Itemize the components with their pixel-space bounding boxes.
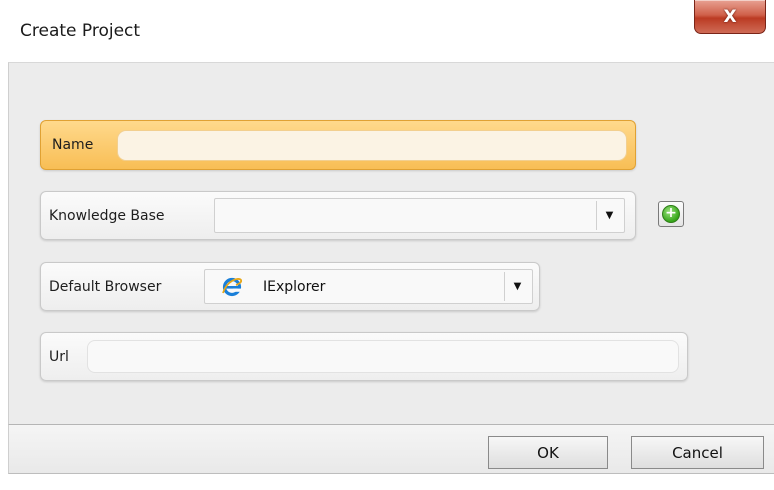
knowledge-base-select[interactable]: ▼ [214, 198, 625, 233]
cancel-button[interactable]: Cancel [631, 436, 764, 469]
chevron-down-icon: ▼ [605, 210, 614, 221]
dialog-title: Create Project [20, 21, 141, 41]
url-row: Url [40, 332, 688, 381]
chevron-down-icon: ▼ [513, 281, 522, 292]
name-input[interactable] [117, 130, 627, 161]
add-icon: + [662, 205, 680, 223]
close-button[interactable]: X [694, 0, 766, 34]
url-input[interactable] [87, 340, 679, 373]
name-row: Name [40, 120, 636, 170]
title-bar: Create Project X [0, 0, 774, 62]
create-project-dialog: Create Project X Name Knowledge Base ▼ +… [0, 0, 774, 474]
default-browser-row: Default Browser IExplorer ▼ [40, 262, 540, 311]
internet-explorer-icon [222, 277, 243, 297]
default-browser-select[interactable]: IExplorer ▼ [204, 269, 533, 304]
url-label: Url [49, 348, 69, 365]
ok-button[interactable]: OK [488, 436, 608, 469]
knowledge-base-row: Knowledge Base ▼ [40, 191, 636, 240]
default-browser-label: Default Browser [49, 278, 162, 295]
default-browser-dropdown-arrow[interactable]: ▼ [504, 272, 530, 301]
close-icon: X [723, 6, 737, 27]
default-browser-value: IExplorer [263, 278, 326, 295]
knowledge-base-dropdown-arrow[interactable]: ▼ [596, 201, 622, 230]
add-knowledge-base-button[interactable]: + [658, 201, 684, 227]
name-label: Name [52, 137, 94, 153]
knowledge-base-label: Knowledge Base [49, 207, 165, 224]
